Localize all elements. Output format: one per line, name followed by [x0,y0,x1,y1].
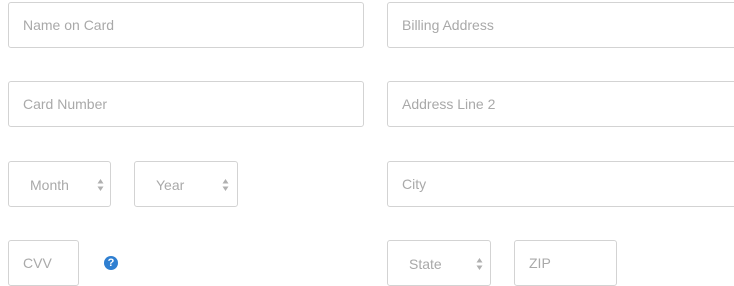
year-select[interactable]: Year [134,161,238,207]
select-spinner-icon [476,258,483,270]
select-spinner-icon [222,179,229,191]
select-spinner-icon [97,179,104,191]
state-select-label: State [409,256,442,272]
cvv-help-icon[interactable]: ? [104,256,118,270]
card-number-input[interactable] [8,81,364,127]
state-select[interactable]: State [387,240,491,286]
name-on-card-input[interactable] [8,2,364,48]
address-line-2-input[interactable] [387,81,734,127]
cvv-input[interactable] [8,240,79,286]
billing-address-input[interactable] [387,2,734,48]
month-select[interactable]: Month [8,161,111,207]
zip-input[interactable] [514,240,617,286]
city-input[interactable] [387,161,734,207]
year-select-label: Year [156,177,185,193]
month-select-label: Month [30,177,69,193]
